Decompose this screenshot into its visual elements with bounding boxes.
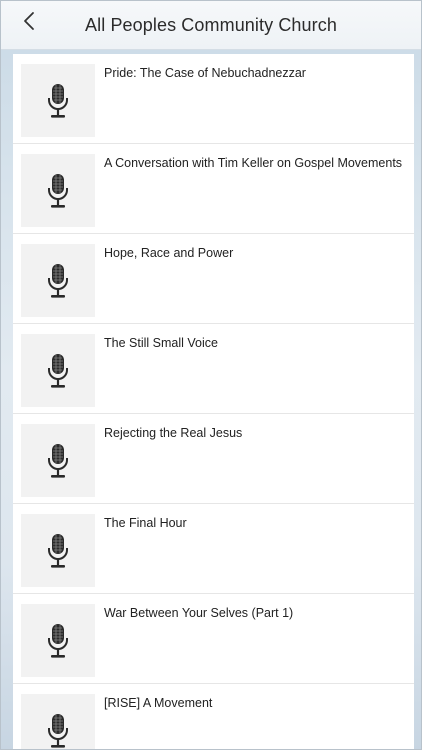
- microphone-icon: [47, 263, 69, 299]
- episode-title: War Between Your Selves (Part 1): [104, 606, 294, 620]
- list-item[interactable]: The Still Small Voice: [13, 324, 414, 414]
- app-window: All Peoples Community Church Pride: The …: [0, 0, 422, 750]
- episode-list[interactable]: Pride: The Case of Nebuchadnezzar A Conv…: [13, 54, 414, 749]
- episode-title: Pride: The Case of Nebuchadnezzar: [104, 66, 306, 80]
- microphone-icon: [47, 533, 69, 569]
- episode-thumbnail: [21, 154, 95, 227]
- episode-thumbnail: [21, 424, 95, 497]
- episode-title: [RISE] A Movement: [104, 696, 213, 710]
- episode-title: The Final Hour: [104, 516, 187, 530]
- episode-thumbnail: [21, 514, 95, 587]
- microphone-icon: [47, 173, 69, 209]
- page-title: All Peoples Community Church: [85, 14, 337, 35]
- microphone-icon: [47, 623, 69, 659]
- episode-thumbnail: [21, 604, 95, 677]
- list-item[interactable]: War Between Your Selves (Part 1): [13, 594, 414, 684]
- list-item[interactable]: A Conversation with Tim Keller on Gospel…: [13, 144, 414, 234]
- list-item[interactable]: Pride: The Case of Nebuchadnezzar: [13, 54, 414, 144]
- episode-thumbnail: [21, 244, 95, 317]
- episode-title: The Still Small Voice: [104, 336, 218, 350]
- back-button[interactable]: [15, 9, 43, 37]
- episode-thumbnail: [21, 694, 95, 749]
- list-item[interactable]: The Final Hour: [13, 504, 414, 594]
- chevron-left-icon: [22, 11, 36, 36]
- episode-title: Hope, Race and Power: [104, 246, 234, 260]
- microphone-icon: [47, 83, 69, 119]
- list-item[interactable]: Hope, Race and Power: [13, 234, 414, 324]
- episode-thumbnail: [21, 334, 95, 407]
- episode-title: A Conversation with Tim Keller on Gospel…: [104, 156, 403, 170]
- microphone-icon: [47, 353, 69, 389]
- list-item[interactable]: Rejecting the Real Jesus: [13, 414, 414, 504]
- microphone-icon: [47, 443, 69, 479]
- episode-thumbnail: [21, 64, 95, 137]
- list-item[interactable]: [RISE] A Movement: [13, 684, 414, 749]
- header-bar: All Peoples Community Church: [1, 1, 421, 50]
- microphone-icon: [47, 713, 69, 749]
- episode-title: Rejecting the Real Jesus: [104, 426, 243, 440]
